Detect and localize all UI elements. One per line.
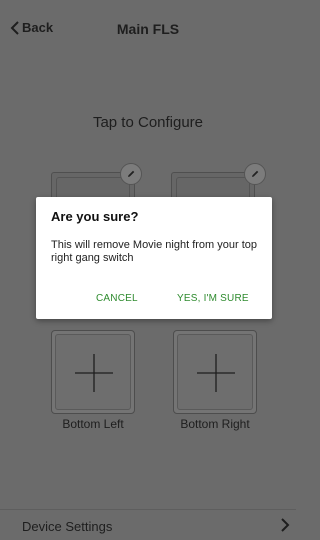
edit-top-right-button[interactable] (244, 163, 266, 185)
pencil-icon (252, 170, 259, 177)
gang-bottom-left[interactable] (51, 330, 135, 414)
plus-icon (75, 354, 113, 392)
confirm-dialog: Are you sure? This will remove Movie nig… (36, 197, 272, 319)
gang-bottom-right[interactable] (173, 330, 257, 414)
plus-icon (197, 354, 235, 392)
bottom-right-label: Bottom Right (180, 417, 250, 431)
tap-to-configure-text: Tap to Configure (92, 114, 204, 131)
edit-top-left-button[interactable] (120, 163, 142, 185)
device-settings-row[interactable]: Device Settings (0, 509, 296, 540)
dialog-title: Are you sure? (51, 209, 139, 224)
bottom-left-label: Bottom Left (62, 417, 124, 431)
dialog-message: This will remove Movie night from your t… (51, 239, 258, 264)
header: Back Main FLS (0, 0, 296, 56)
confirm-button[interactable]: YES, I'M SURE (177, 293, 249, 304)
chevron-right-icon (281, 518, 290, 532)
pencil-icon (128, 170, 135, 177)
device-settings-label: Device Settings (22, 519, 113, 534)
page-title: Main FLS (116, 21, 180, 37)
cancel-button[interactable]: CANCEL (96, 293, 138, 304)
